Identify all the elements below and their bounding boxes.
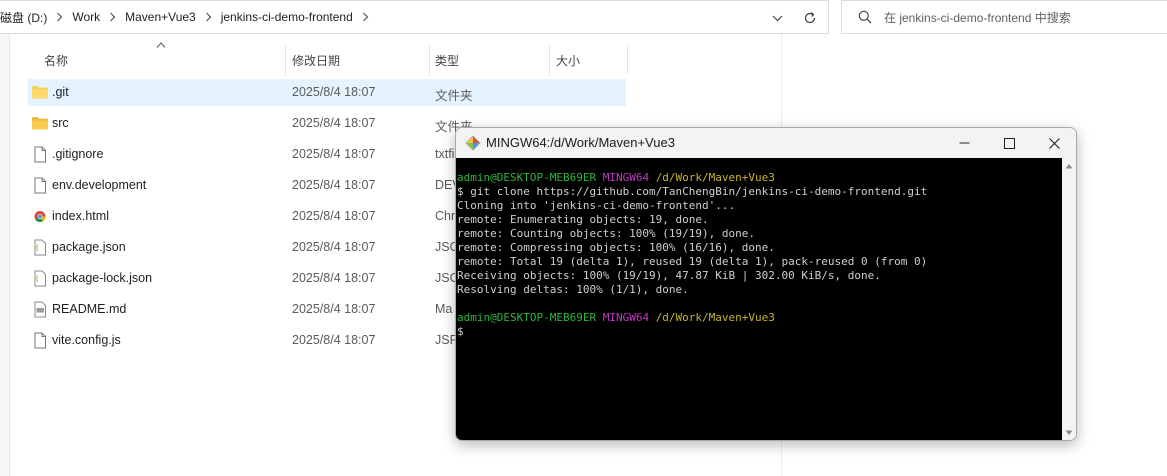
file-name: .git (52, 85, 69, 99)
terminal-line: $ git clone https://github.com/TanChengB… (457, 185, 928, 198)
file-icon (31, 177, 49, 194)
chevron-right-icon (104, 12, 121, 22)
search-placeholder: 在 jenkins-ci-demo-frontend 中搜索 (884, 10, 1071, 25)
search-icon (858, 9, 874, 25)
scroll-up-arrow-icon[interactable] (1065, 163, 1073, 169)
file-type: Ma (435, 302, 453, 316)
file-name: vite.config.js (52, 333, 121, 347)
chevron-right-icon[interactable] (357, 12, 374, 22)
prompt-user-host: admin@DESKTOP-MEB69ER (457, 171, 597, 184)
file-date: 2025/8/4 18:07 (292, 178, 376, 192)
prompt-env: MINGW64 (602, 311, 650, 324)
address-history-dropdown-icon[interactable] (768, 9, 786, 27)
terminal-line: remote: Total 19 (delta 1), reused 19 (d… (457, 255, 928, 268)
folder-icon (31, 84, 49, 101)
terminal-line: Receiving objects: 100% (19/19), 47.87 K… (457, 269, 881, 282)
minimize-icon (959, 142, 969, 144)
file-name: package-lock.json (52, 271, 153, 285)
file-name: env.development (52, 178, 147, 192)
breadcrumb: 磁盘 (D:) Work Maven+Vue3 jenkins-ci-demo-… (0, 1, 374, 33)
file-icon (31, 332, 49, 349)
column-divider[interactable] (549, 45, 550, 75)
file-type: txtfi (435, 147, 455, 161)
prompt-user-host: admin@DESKTOP-MEB69ER (457, 311, 597, 324)
column-divider[interactable] (285, 45, 286, 75)
terminal-input-line[interactable]: $ (457, 325, 1062, 339)
column-divider[interactable] (429, 45, 430, 75)
file-name: .gitignore (52, 147, 104, 161)
column-header-date[interactable]: 修改日期 (292, 45, 428, 75)
file-date: 2025/8/4 18:07 (292, 271, 376, 285)
git-logo-icon (465, 135, 481, 151)
breadcrumb-item-drive[interactable]: 磁盘 (D:) (0, 9, 51, 26)
file-icon (31, 146, 49, 163)
terminal-scrollbar[interactable] (1062, 158, 1076, 440)
refresh-icon[interactable] (800, 8, 820, 28)
file-name: README.md (52, 302, 127, 316)
prompt-env: MINGW64 (602, 171, 650, 184)
scroll-down-arrow-icon[interactable] (1065, 430, 1073, 436)
terminal-line: remote: Enumerating objects: 19, done. (457, 213, 709, 226)
file-type: Chr (435, 209, 456, 223)
prompt-path: /d/Work/Maven+Vue3 (655, 171, 775, 184)
terminal-line: Resolving deltas: 100% (1/1), done. (457, 283, 689, 296)
terminal-prompt: admin@DESKTOP-MEB69ER MINGW64 /d/Work/Ma… (457, 171, 1062, 185)
terminal-output[interactable]: admin@DESKTOP-MEB69ER MINGW64 /d/Work/Ma… (456, 158, 1062, 440)
column-header-type[interactable]: 类型 (435, 45, 547, 75)
file-date: 2025/8/4 18:07 (292, 85, 376, 99)
maximize-icon (1003, 137, 1015, 149)
file-date: 2025/8/4 18:07 (292, 302, 376, 316)
markdown-file-icon (31, 301, 49, 318)
file-type: 文件夹 (435, 89, 473, 103)
terminal-line: remote: Compressing objects: 100% (16/16… (457, 241, 775, 254)
column-header-name[interactable]: 名称 (44, 45, 284, 75)
terminal-prompt: admin@DESKTOP-MEB69ER MINGW64 /d/Work/Ma… (457, 311, 1062, 325)
file-date: 2025/8/4 18:07 (292, 333, 376, 347)
terminal-title-bar[interactable]: MINGW64:/d/Work/Maven+Vue3 (456, 128, 1076, 158)
prompt-path: /d/Work/Maven+Vue3 (655, 311, 775, 324)
terminal-line: remote: Counting objects: 100% (19/19), … (457, 227, 756, 240)
column-header-size[interactable]: 大小 (556, 45, 626, 75)
folder-icon (31, 115, 49, 132)
maximize-button[interactable] (986, 128, 1032, 158)
terminal-window[interactable]: MINGW64:/d/Work/Maven+Vue3 admin@DESKTOP… (455, 127, 1077, 441)
minimize-button[interactable] (941, 128, 987, 158)
file-name: src (52, 116, 69, 130)
file-row[interactable]: .git 2025/8/4 18:07 文件夹 (28, 79, 626, 106)
json-file-icon (31, 239, 49, 256)
breadcrumb-item-work[interactable]: Work (68, 10, 104, 24)
terminal-line: Cloning into 'jenkins-ci-demo-frontend'.… (457, 199, 736, 212)
close-button[interactable] (1031, 128, 1076, 158)
chevron-right-icon (51, 12, 68, 22)
column-divider[interactable] (627, 45, 628, 75)
navigation-pane-edge (0, 34, 10, 476)
file-name: package.json (52, 240, 126, 254)
search-input[interactable]: 在 jenkins-ci-demo-frontend 中搜索 (841, 0, 1167, 34)
chrome-html-icon (31, 208, 49, 225)
file-date: 2025/8/4 18:07 (292, 147, 376, 161)
file-date: 2025/8/4 18:07 (292, 116, 376, 130)
breadcrumb-item-current-folder[interactable]: jenkins-ci-demo-frontend (217, 10, 357, 24)
breadcrumb-item-maven-vue3[interactable]: Maven+Vue3 (121, 10, 200, 24)
file-date: 2025/8/4 18:07 (292, 209, 376, 223)
terminal-title: MINGW64:/d/Work/Maven+Vue3 (486, 135, 675, 150)
file-date: 2025/8/4 18:07 (292, 240, 376, 254)
file-name: index.html (52, 209, 109, 223)
close-icon (1048, 137, 1060, 149)
address-bar[interactable]: 磁盘 (D:) Work Maven+Vue3 jenkins-ci-demo-… (0, 0, 829, 34)
chevron-right-icon (200, 12, 217, 22)
json-file-icon (31, 270, 49, 287)
